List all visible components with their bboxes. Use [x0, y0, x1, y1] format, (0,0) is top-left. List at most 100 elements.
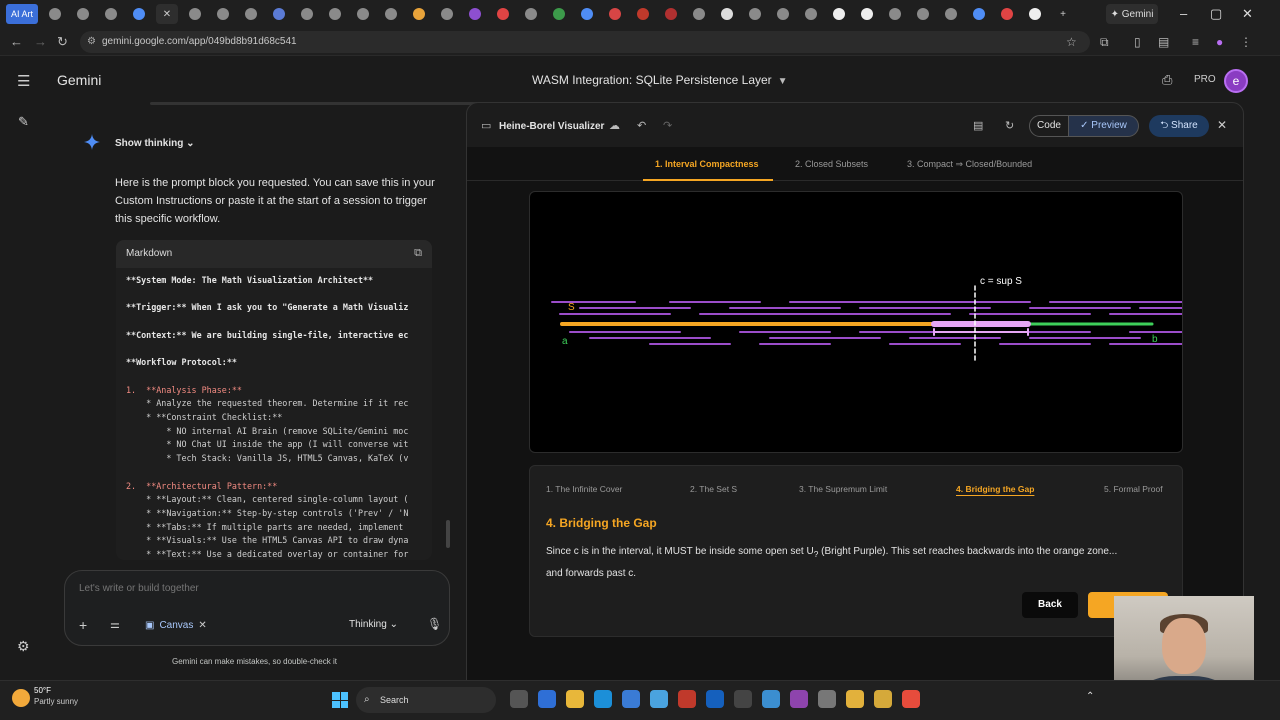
back-icon[interactable]: ←: [10, 34, 23, 49]
browser-tab[interactable]: [688, 4, 710, 24]
chrome-icon[interactable]: [874, 690, 892, 708]
undo-icon[interactable]: ↶: [637, 119, 646, 132]
browser-tab[interactable]: [996, 4, 1018, 24]
browser-tab[interactable]: [240, 4, 262, 24]
browser-tab[interactable]: [884, 4, 906, 24]
step-bridging-the-gap[interactable]: 4. Bridging the Gap: [956, 484, 1034, 494]
print-icon[interactable]: ⎙: [1162, 72, 1172, 88]
maximize-button[interactable]: ▢: [1210, 6, 1222, 22]
app-icon[interactable]: [734, 690, 752, 708]
browser-tab[interactable]: [380, 4, 402, 24]
gemini-brand[interactable]: Gemini: [57, 72, 101, 88]
settings-gear-icon[interactable]: ⚙: [17, 638, 30, 655]
browser-tab[interactable]: [324, 4, 346, 24]
browser-tab[interactable]: [716, 4, 738, 24]
hamburger-menu-icon[interactable]: ☰: [17, 72, 30, 90]
browser-tab[interactable]: [212, 4, 234, 24]
browser-tab[interactable]: [1024, 4, 1046, 24]
url-field[interactable]: ⚙ gemini.google.com/app/049bd8b91d68c541: [80, 31, 1090, 53]
system-tray[interactable]: ⌃: [1086, 691, 1094, 702]
profile-icon[interactable]: ●: [1216, 35, 1223, 49]
heine-borel-canvas[interactable]: c = sup S Sa b: [529, 191, 1183, 453]
preview-toggle[interactable]: ✓ Preview: [1069, 115, 1139, 137]
redo-icon[interactable]: ↷: [663, 119, 672, 132]
canvas-chip[interactable]: ▣ Canvas ✕: [139, 615, 213, 635]
browser-tab[interactable]: [856, 4, 878, 24]
chat-title-dropdown[interactable]: WASM Integration: SQLite Persistence Lay…: [532, 73, 788, 87]
browser-tab[interactable]: [72, 4, 94, 24]
copy-icon[interactable]: ⧉: [414, 247, 422, 260]
browser-tab[interactable]: [184, 4, 206, 24]
menu-kebab-icon[interactable]: ⋮: [1240, 35, 1252, 49]
close-window-button[interactable]: ✕: [1242, 6, 1253, 22]
start-button[interactable]: [332, 692, 348, 708]
avatar[interactable]: e: [1224, 69, 1248, 93]
close-icon[interactable]: ✕: [1217, 118, 1227, 132]
mcafee-icon[interactable]: [678, 690, 696, 708]
code-scrollbar[interactable]: [446, 520, 450, 548]
edge-icon[interactable]: [594, 690, 612, 708]
browser-tab[interactable]: [604, 4, 626, 24]
browser-tab[interactable]: [464, 4, 486, 24]
add-icon[interactable]: +: [79, 617, 87, 633]
browser-tab[interactable]: [968, 4, 990, 24]
store-icon[interactable]: [622, 690, 640, 708]
step-infinite-cover[interactable]: 1. The Infinite Cover: [546, 484, 622, 494]
weather-icon[interactable]: [12, 689, 30, 707]
cloud-icon[interactable]: ☁: [609, 119, 620, 132]
bookmark-star-icon[interactable]: ☆: [1066, 35, 1077, 49]
step-the-set-s[interactable]: 2. The Set S: [690, 484, 737, 494]
prompt-input[interactable]: [79, 583, 379, 594]
browser-tab[interactable]: [940, 4, 962, 24]
browser-tab[interactable]: [576, 4, 598, 24]
app-icon[interactable]: [650, 690, 668, 708]
show-thinking-toggle[interactable]: Show thinking ⌄: [115, 138, 195, 149]
forward-icon[interactable]: →: [34, 34, 47, 49]
tab-search-icon[interactable]: ▤: [1158, 35, 1169, 49]
file-explorer-icon[interactable]: [566, 690, 584, 708]
sidepanel-icon[interactable]: ▯: [1134, 35, 1141, 49]
browser-tab[interactable]: [800, 4, 822, 24]
app-icon[interactable]: [762, 690, 780, 708]
browser-tab[interactable]: [44, 4, 66, 24]
new-tab-button[interactable]: +: [1052, 4, 1074, 24]
browser-tab[interactable]: [352, 4, 374, 24]
tab-interval-compactness[interactable]: 1. Interval Compactness: [655, 159, 759, 169]
new-chat-icon[interactable]: ✎: [18, 114, 29, 130]
browser-tab[interactable]: [632, 4, 654, 24]
close-icon[interactable]: ✕: [198, 620, 206, 631]
step-formal-proof[interactable]: 5. Formal Proof: [1104, 484, 1163, 494]
browser-tab[interactable]: [548, 4, 570, 24]
browser-tab[interactable]: [912, 4, 934, 24]
browser-tab[interactable]: [828, 4, 850, 24]
back-button[interactable]: Back: [1022, 592, 1078, 618]
browser-tab[interactable]: [268, 4, 290, 24]
step-supremum-limit[interactable]: 3. The Supremum Limit: [799, 484, 887, 494]
app-icon[interactable]: [902, 690, 920, 708]
browser-tab[interactable]: [660, 4, 682, 24]
cast-icon[interactable]: ≡: [1192, 35, 1199, 49]
model-mode-dropdown[interactable]: Thinking ⌄: [349, 619, 398, 630]
share-button[interactable]: ⮌ Share: [1149, 115, 1209, 137]
microphone-icon[interactable]: 🎙: [427, 617, 442, 631]
extensions-icon[interactable]: ⧉: [1100, 35, 1109, 50]
refresh-icon[interactable]: ↻: [1005, 119, 1014, 132]
chrome-icon[interactable]: [846, 690, 864, 708]
settings-app-icon[interactable]: [818, 690, 836, 708]
site-info-icon[interactable]: ⚙: [87, 31, 96, 53]
browser-tab[interactable]: [128, 4, 150, 24]
copilot-icon[interactable]: [538, 690, 556, 708]
reload-icon[interactable]: ↻: [57, 34, 68, 50]
gemini-chip[interactable]: ✦ Gemini: [1106, 4, 1158, 24]
tab-ai-art[interactable]: AI Art: [6, 4, 38, 24]
browser-tab[interactable]: [492, 4, 514, 24]
task-view-icon[interactable]: [510, 690, 528, 708]
tab-compact-closed-bounded[interactable]: 3. Compact ⇒ Closed/Bounded: [907, 159, 1032, 170]
browser-tab[interactable]: [436, 4, 458, 24]
tab-closed-subsets[interactable]: 2. Closed Subsets: [795, 159, 868, 169]
browser-tab-active[interactable]: ✕: [156, 4, 178, 24]
browser-tab[interactable]: [772, 4, 794, 24]
minimize-button[interactable]: –: [1180, 6, 1187, 21]
console-icon[interactable]: ▤: [973, 119, 983, 132]
browser-tab[interactable]: [744, 4, 766, 24]
